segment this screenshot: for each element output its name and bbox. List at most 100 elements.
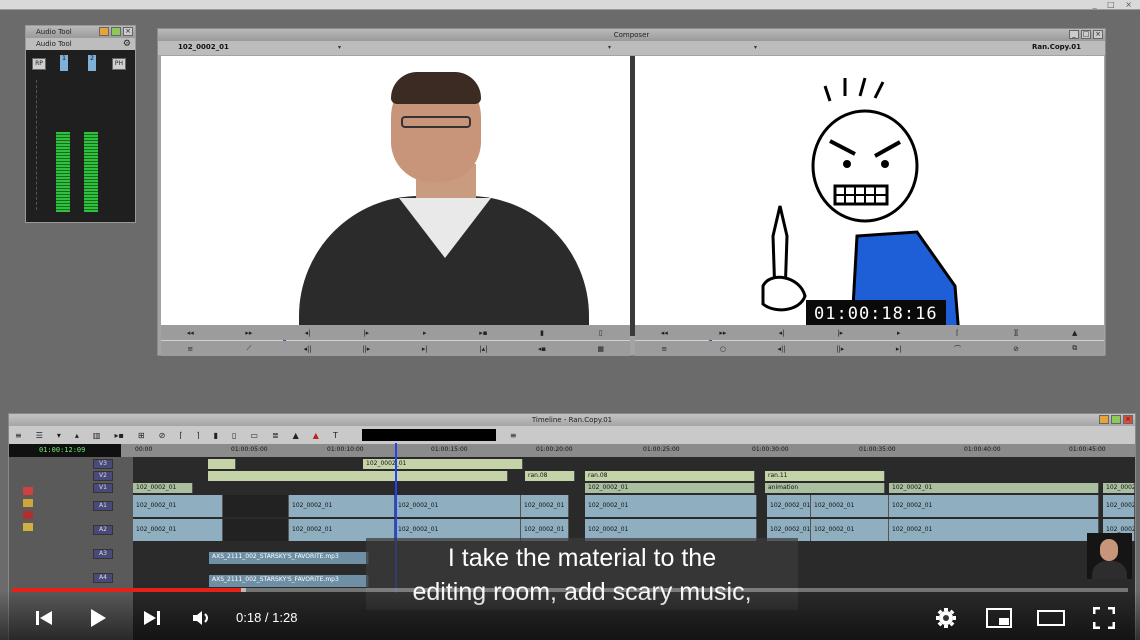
effect-icon[interactable]: ▲ bbox=[293, 431, 299, 440]
record-monitor[interactable]: 01:00:18:16 bbox=[635, 56, 1104, 336]
record-clip-menu[interactable]: Ran.Copy.01 bbox=[1032, 43, 1081, 51]
source-controls-1[interactable]: ◂◂ ▸▸ ◂| |▸ ▸ ▸▪ ▮ ▯ bbox=[161, 325, 630, 340]
step-back-icon[interactable]: ◂◂ bbox=[161, 329, 220, 337]
clip-v1[interactable]: animation bbox=[765, 483, 885, 493]
record-controls-2[interactable]: ≡ ○ ◂|| ||▸ ▸| ⌒ ⊘ ⧉ bbox=[635, 341, 1104, 356]
clip-v2[interactable]: ran.11 bbox=[765, 471, 885, 481]
clip-a4-music[interactable]: AXS_2111_002_STARSKY'S_FAVORITE.mp3 bbox=[209, 575, 369, 587]
jog-back-icon[interactable]: ◂|| bbox=[752, 345, 811, 353]
go-out-icon[interactable]: ▸| bbox=[870, 345, 929, 353]
video-frame[interactable]: _ □ × Audio Tool × Audio Tool ⚙ RP 1 2 P… bbox=[0, 0, 1140, 640]
stack-icon[interactable]: ≣ bbox=[272, 431, 279, 440]
trim-icon[interactable]: ⊞ bbox=[138, 431, 145, 440]
menu-icon[interactable]: ≡ bbox=[635, 345, 694, 353]
mark-in-icon[interactable]: ◂| bbox=[752, 329, 811, 337]
fullscreen-button[interactable] bbox=[1090, 604, 1118, 632]
minimize-icon[interactable]: _ bbox=[1069, 30, 1079, 39]
mark-clip-icon[interactable]: |▴| bbox=[454, 345, 513, 353]
jog-forward-icon[interactable]: ||▸ bbox=[811, 345, 870, 353]
jog-forward-icon[interactable]: ||▸ bbox=[337, 345, 396, 353]
clip-a1[interactable]: 102_0002_01 bbox=[585, 495, 757, 517]
segment-icon[interactable]: ▥ bbox=[93, 431, 101, 440]
clip-a1[interactable]: 102_0002_01 bbox=[811, 495, 889, 517]
clip-v3[interactable]: 102_0002_01 bbox=[363, 459, 523, 469]
step-forward-icon[interactable]: ▸▸ bbox=[220, 329, 279, 337]
clip-a1[interactable]: 102_0002_01 bbox=[133, 495, 223, 517]
clip-v1[interactable]: 102_0002_01 bbox=[585, 483, 755, 493]
copy-icon[interactable]: ⧉ bbox=[1045, 344, 1104, 353]
dropdown-icon[interactable]: ▾ bbox=[754, 44, 757, 51]
extract-icon[interactable]: ▭ bbox=[250, 431, 258, 440]
circle-icon[interactable]: ○ bbox=[694, 345, 753, 353]
maximize-icon[interactable] bbox=[1111, 415, 1121, 424]
gear-icon[interactable]: ⚙ bbox=[123, 38, 131, 50]
source-controls-2[interactable]: ≡ ⟋ ◂|| ||▸ ▸| |▴| ◂▪ ▦ bbox=[161, 341, 630, 356]
track-a3[interactable]: A3 bbox=[93, 549, 113, 559]
solo-icon[interactable] bbox=[23, 511, 33, 519]
close-icon[interactable]: × bbox=[123, 27, 133, 36]
timeline-black-field[interactable] bbox=[361, 429, 496, 441]
menu-icon[interactable]: ≡ bbox=[510, 431, 517, 440]
triangle-down-icon[interactable]: ▾ bbox=[57, 431, 61, 440]
clip-a1[interactable]: 102_0002_01 bbox=[289, 495, 395, 517]
trim-icon[interactable]: ][ bbox=[987, 329, 1046, 337]
clip-a1[interactable]: 102_0002_01 bbox=[767, 495, 811, 517]
clip-a1[interactable]: 102_0002_01 bbox=[395, 495, 521, 517]
track-a2[interactable]: A2 bbox=[93, 525, 113, 535]
record-controls-1[interactable]: ◂◂ ▸▸ ◂| |▸ ▸ ⌈ ][ ▲ bbox=[635, 325, 1104, 340]
clip-v1[interactable]: 102_0002_01 bbox=[133, 483, 193, 493]
miniplayer-button[interactable] bbox=[984, 604, 1014, 632]
triangle-up-icon[interactable]: ▴ bbox=[75, 431, 79, 440]
track-v3[interactable]: V3 bbox=[93, 459, 113, 469]
maximize-icon[interactable]: □ bbox=[1081, 30, 1091, 39]
track-a4[interactable]: A4 bbox=[93, 573, 113, 583]
clip-a1[interactable]: 102_0002_01 bbox=[1103, 495, 1135, 517]
clip-a2[interactable]: 102_0002_01 bbox=[811, 519, 889, 541]
overwrite-icon[interactable]: ▮ bbox=[513, 329, 572, 337]
play-small-icon[interactable]: ▸ bbox=[396, 329, 455, 337]
clip-a3-music[interactable]: AXS_2111_002_STARSKY'S_FAVORITE.mp3 bbox=[209, 552, 369, 564]
clip-a1[interactable]: 102_0002_01 bbox=[521, 495, 569, 517]
extract-icon[interactable]: ⌈ bbox=[928, 329, 987, 337]
clip-a2[interactable]: 102_0002_01 bbox=[889, 519, 1099, 541]
clip-a1[interactable]: 102_0002_01 bbox=[889, 495, 1099, 517]
step-forward-icon[interactable]: ▸▸ bbox=[694, 329, 753, 337]
track-v1[interactable]: V1 bbox=[93, 483, 113, 493]
clip-v2[interactable]: ran.08 bbox=[525, 471, 575, 481]
mute-icon[interactable] bbox=[23, 523, 33, 531]
prev-button[interactable] bbox=[30, 604, 58, 632]
rp-button[interactable]: RP bbox=[32, 58, 46, 70]
volume-button[interactable] bbox=[188, 604, 216, 632]
clip-a2[interactable]: 102_0002_01 bbox=[133, 519, 223, 541]
step-back-icon[interactable]: ◂◂ bbox=[635, 329, 694, 337]
menu-icon[interactable]: ≡ bbox=[161, 345, 220, 353]
dropdown-icon[interactable]: ▾ bbox=[338, 44, 341, 51]
splice-icon[interactable]: ▸▪ bbox=[114, 431, 123, 440]
link-icon[interactable]: ⟋ bbox=[220, 344, 279, 353]
effect-icon[interactable]: ▲ bbox=[1045, 329, 1104, 337]
no-entry-icon[interactable]: ⊘ bbox=[159, 431, 166, 440]
next-button[interactable] bbox=[138, 604, 166, 632]
clip-v1[interactable]: 102_0002_01 bbox=[1103, 483, 1135, 493]
source-clip-menu[interactable]: 102_0002_01 bbox=[178, 43, 229, 51]
close-icon[interactable]: × bbox=[1123, 415, 1133, 424]
maximize-icon[interactable] bbox=[111, 27, 121, 36]
channel-1-indicator[interactable]: 1 bbox=[60, 55, 68, 71]
mark-out-icon[interactable]: |▸ bbox=[337, 329, 396, 337]
mark-out-icon[interactable]: ⌉ bbox=[196, 431, 199, 440]
play-button[interactable] bbox=[84, 604, 112, 632]
splice-icon[interactable]: ▸▪ bbox=[454, 329, 513, 337]
audio-tool-menu[interactable]: Audio Tool ⚙ bbox=[26, 38, 135, 50]
theater-button[interactable] bbox=[1036, 604, 1066, 632]
lift-icon[interactable]: ▯ bbox=[571, 329, 630, 337]
lift-icon[interactable]: ▯ bbox=[232, 431, 236, 440]
dropdown-icon[interactable]: ▾ bbox=[608, 44, 611, 51]
minimize-icon[interactable] bbox=[99, 27, 109, 36]
effect-red-icon[interactable]: ▲ bbox=[313, 431, 319, 440]
clip-v3[interactable] bbox=[208, 459, 236, 469]
timeline-ruler[interactable]: 01:00:12:09 00:00 01:00:05:00 01:00:10:0… bbox=[9, 444, 1135, 457]
grid-icon[interactable]: ▦ bbox=[571, 345, 630, 353]
window-controls[interactable]: _ □ × bbox=[1093, 0, 1136, 9]
clip-v2[interactable]: ran.08 bbox=[585, 471, 755, 481]
ph-button[interactable]: PH bbox=[112, 58, 126, 70]
